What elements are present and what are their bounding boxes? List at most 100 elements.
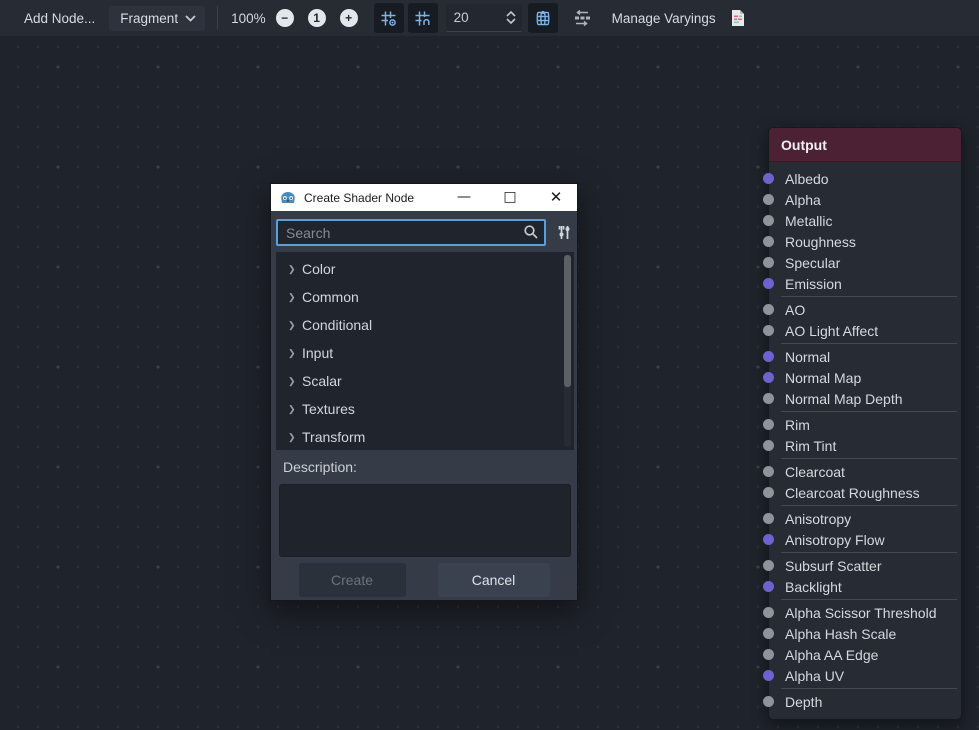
tree-expand-chevron-icon[interactable]: ❯ (288, 320, 302, 331)
godot-logo-icon (280, 191, 296, 205)
port-connector-icon[interactable] (763, 194, 774, 205)
output-port-rim-tint: Rim Tint (769, 435, 961, 456)
tree-scrollbar-track[interactable] (564, 255, 571, 447)
port-connector-icon[interactable] (763, 649, 774, 660)
zoom-in-button[interactable]: + (340, 9, 358, 27)
tree-item-label: Conditional (302, 317, 372, 333)
manage-varyings-button[interactable]: Manage Varyings (604, 6, 724, 31)
port-label: Metallic (769, 213, 832, 229)
port-label: Roughness (769, 234, 856, 250)
port-connector-icon[interactable] (763, 173, 774, 184)
output-port-backlight: Backlight (769, 576, 961, 597)
output-port-alpha: Alpha (769, 189, 961, 210)
tree-item-common[interactable]: ❯Common (276, 283, 574, 311)
port-connector-icon[interactable] (763, 215, 774, 226)
tree-item-transform[interactable]: ❯Transform (276, 423, 574, 450)
snap-distance-spinbox[interactable]: 20 (446, 4, 522, 32)
snap-distance-value: 20 (446, 10, 506, 25)
tree-expand-chevron-icon[interactable]: ❯ (288, 348, 302, 359)
port-connector-icon[interactable] (763, 351, 774, 362)
add-node-button[interactable]: Add Node... (16, 6, 103, 31)
tree-expand-chevron-icon[interactable]: ❯ (288, 404, 302, 415)
search-input[interactable] (276, 219, 546, 246)
port-label: Normal (769, 349, 830, 365)
output-port-depth: Depth (769, 691, 961, 712)
output-port-subsurf-scatter: Subsurf Scatter (769, 555, 961, 576)
search-field-wrap (276, 219, 546, 246)
port-label: Normal Map Depth (769, 391, 903, 407)
tree-scrollbar-thumb[interactable] (564, 255, 571, 387)
arrange-nodes-icon (572, 9, 592, 27)
tree-item-textures[interactable]: ❯Textures (276, 395, 574, 423)
port-group-separator (781, 343, 957, 344)
snap-grid-toggle[interactable] (408, 3, 438, 33)
tree-item-label: Transform (302, 429, 365, 445)
minimap-grid-icon (534, 9, 552, 27)
search-filter-button[interactable] (552, 220, 576, 244)
zoom-out-button[interactable]: − (276, 9, 294, 27)
create-shader-node-dialog: Create Shader Node — □ ✕ ❯Color❯Common❯C… (270, 183, 578, 601)
port-group-separator (781, 552, 957, 553)
visual-shader-editor: { "toolbar": { "add_node_label": "Add No… (0, 0, 979, 730)
port-connector-icon[interactable] (763, 560, 774, 571)
spinbox-updown-icon[interactable] (506, 11, 522, 24)
cancel-button[interactable]: Cancel (438, 563, 550, 597)
port-connector-icon[interactable] (763, 419, 774, 430)
tree-item-conditional[interactable]: ❯Conditional (276, 311, 574, 339)
output-port-ao: AO (769, 299, 961, 320)
arrange-nodes-button[interactable] (568, 4, 596, 32)
port-connector-icon[interactable] (763, 607, 774, 618)
output-node[interactable]: Output AlbedoAlphaMetallicRoughnessSpecu… (768, 127, 962, 720)
zoom-reset-button[interactable]: 1 (308, 9, 326, 27)
port-connector-icon[interactable] (763, 534, 774, 545)
tree-item-scalar[interactable]: ❯Scalar (276, 367, 574, 395)
window-maximize-button[interactable]: □ (495, 184, 525, 211)
graph-minimap-toggle[interactable] (528, 3, 558, 33)
port-label: Alpha Scissor Threshold (769, 605, 936, 621)
port-connector-icon[interactable] (763, 304, 774, 315)
tree-item-label: Input (302, 345, 333, 361)
tree-item-label: Scalar (302, 373, 342, 389)
port-label: Normal Map (769, 370, 861, 386)
port-connector-icon[interactable] (763, 325, 774, 336)
output-node-header[interactable]: Output (769, 128, 961, 162)
output-port-alpha-uv: Alpha UV (769, 665, 961, 686)
output-port-rim: Rim (769, 414, 961, 435)
port-connector-icon[interactable] (763, 513, 774, 524)
dialog-titlebar[interactable]: Create Shader Node — □ ✕ (271, 184, 577, 211)
port-connector-icon[interactable] (763, 696, 774, 707)
port-label: Alpha (769, 192, 821, 208)
tree-expand-chevron-icon[interactable]: ❯ (288, 264, 302, 275)
port-connector-icon[interactable] (763, 628, 774, 639)
port-connector-icon[interactable] (763, 487, 774, 498)
shader-code-file-icon (729, 8, 747, 28)
shader-stage-dropdown[interactable]: Fragment (109, 6, 205, 31)
port-connector-icon[interactable] (763, 466, 774, 477)
output-port-normal: Normal (769, 346, 961, 367)
port-connector-icon[interactable] (763, 440, 774, 451)
tree-expand-chevron-icon[interactable]: ❯ (288, 292, 302, 303)
tree-item-color[interactable]: ❯Color (276, 255, 574, 283)
shader-code-preview-button[interactable] (724, 4, 752, 32)
port-label: Clearcoat Roughness (769, 485, 920, 501)
tree-expand-chevron-icon[interactable]: ❯ (288, 376, 302, 387)
create-button[interactable]: Create (299, 563, 406, 597)
tree-item-input[interactable]: ❯Input (276, 339, 574, 367)
port-connector-icon[interactable] (763, 670, 774, 681)
port-connector-icon[interactable] (763, 581, 774, 592)
grid-magnet-icon (414, 10, 431, 27)
window-minimize-button[interactable]: — (449, 184, 479, 211)
description-textarea[interactable] (279, 484, 571, 557)
snap-settings-toggle[interactable] (374, 3, 404, 33)
port-connector-icon[interactable] (763, 278, 774, 289)
port-connector-icon[interactable] (763, 236, 774, 247)
port-connector-icon[interactable] (763, 257, 774, 268)
port-label: Alpha UV (769, 668, 844, 684)
output-port-clearcoat-roughness: Clearcoat Roughness (769, 482, 961, 503)
port-connector-icon[interactable] (763, 393, 774, 404)
tree-expand-chevron-icon[interactable]: ❯ (288, 432, 302, 443)
grid-settings-icon (380, 10, 397, 27)
port-connector-icon[interactable] (763, 372, 774, 383)
output-port-alpha-hash-scale: Alpha Hash Scale (769, 623, 961, 644)
window-close-button[interactable]: ✕ (541, 184, 571, 211)
